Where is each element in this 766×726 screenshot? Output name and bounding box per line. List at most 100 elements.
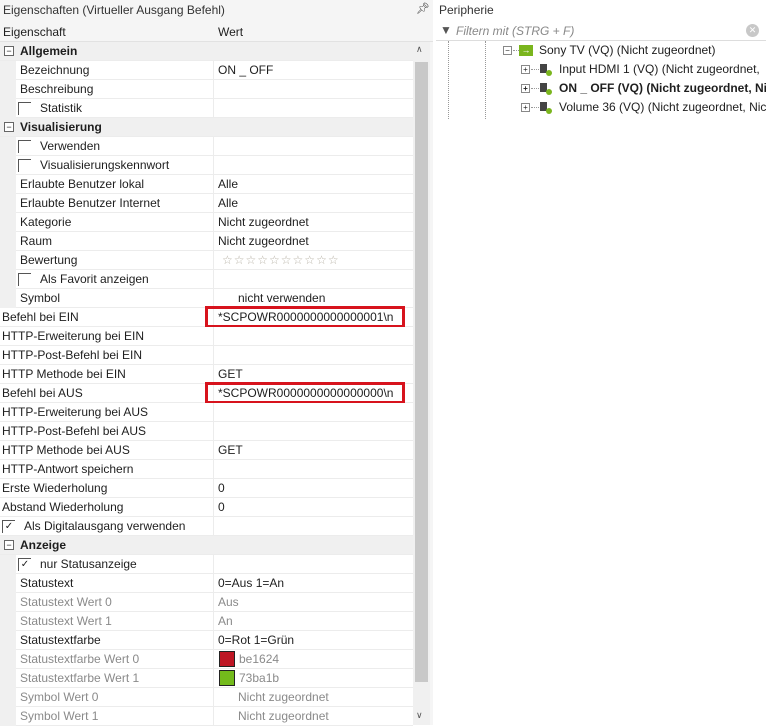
- property-row[interactable]: Als Favorit anzeigen: [0, 270, 413, 289]
- property-value[interactable]: [213, 403, 413, 422]
- property-row[interactable]: Symbol Wert 0 Nicht zugeordnet: [0, 688, 413, 707]
- property-row[interactable]: Kategorie Nicht zugeordnet: [0, 213, 413, 232]
- pin-icon[interactable]: 📌︎: [416, 2, 430, 15]
- property-row[interactable]: Statustextfarbe Wert 1 73ba1b: [0, 669, 413, 688]
- property-value[interactable]: [213, 99, 413, 118]
- property-value[interactable]: Nicht zugeordnet: [213, 232, 413, 251]
- property-row[interactable]: Erlaubte Benutzer lokal Alle: [0, 175, 413, 194]
- property-value[interactable]: [213, 422, 413, 441]
- property-value[interactable]: 0: [213, 498, 413, 517]
- rating-stars[interactable]: ☆☆☆☆☆☆☆☆☆☆: [218, 253, 340, 267]
- property-value[interactable]: Alle: [213, 194, 413, 213]
- property-value[interactable]: [213, 156, 413, 175]
- property-row[interactable]: Symbol Wert 1 Nicht zugeordnet: [0, 707, 413, 726]
- property-row[interactable]: Befehl bei AUS *SCPOWR0000000000000000\n: [0, 382, 413, 404]
- property-value[interactable]: [213, 460, 413, 479]
- property-row[interactable]: Bewertung ☆☆☆☆☆☆☆☆☆☆: [0, 251, 413, 270]
- row-margin: [0, 99, 16, 118]
- property-value-text: Nicht zugeordnet: [238, 690, 329, 704]
- property-value[interactable]: Nicht zugeordnet: [213, 213, 413, 232]
- property-value[interactable]: An: [213, 612, 413, 631]
- vertical-scrollbar[interactable]: ∧ ∨: [413, 42, 430, 725]
- scroll-down-icon[interactable]: ∨: [416, 710, 423, 721]
- property-value[interactable]: 0=Rot 1=Grün: [213, 631, 413, 650]
- filter-input[interactable]: ▼ Filtern mit (STRG + F) ✕: [436, 21, 766, 41]
- property-label: Statustext: [20, 576, 74, 590]
- checkbox[interactable]: ✓: [18, 558, 31, 571]
- property-value[interactable]: Alle: [213, 175, 413, 194]
- scrollbar-thumb[interactable]: [415, 62, 428, 682]
- category-row[interactable]: − Allgemein: [0, 42, 413, 61]
- property-value[interactable]: GET: [213, 441, 413, 460]
- column-header-property[interactable]: Eigenschaft: [3, 25, 66, 39]
- property-row[interactable]: Bezeichnung ON _ OFF: [0, 61, 413, 80]
- property-value[interactable]: Nicht zugeordnet: [213, 707, 413, 726]
- checkbox[interactable]: [18, 273, 31, 286]
- property-value[interactable]: 0: [213, 479, 413, 498]
- checkbox[interactable]: [18, 140, 31, 153]
- expand-icon[interactable]: +: [521, 103, 530, 112]
- property-row[interactable]: ✓ Als Digitalausgang verwenden: [0, 517, 413, 536]
- property-row[interactable]: Statustext Wert 0 Aus: [0, 593, 413, 612]
- expand-icon[interactable]: +: [521, 65, 530, 74]
- scroll-up-icon[interactable]: ∧: [416, 44, 423, 55]
- property-row[interactable]: Erlaubte Benutzer Internet Alle: [0, 194, 413, 213]
- property-value-text: Aus: [218, 595, 239, 609]
- property-row[interactable]: HTTP Methode bei AUS GET: [0, 441, 413, 460]
- clear-filter-icon[interactable]: ✕: [746, 24, 759, 37]
- property-value[interactable]: Aus: [213, 593, 413, 612]
- property-row[interactable]: Statustext Wert 1 An: [0, 612, 413, 631]
- property-row[interactable]: Statistik: [0, 99, 413, 118]
- property-row[interactable]: HTTP-Post-Befehl bei AUS: [0, 422, 413, 441]
- row-margin: [0, 631, 16, 650]
- property-value[interactable]: ☆☆☆☆☆☆☆☆☆☆: [213, 251, 413, 270]
- property-value[interactable]: 0=Aus 1=An: [213, 574, 413, 593]
- color-swatch[interactable]: [219, 669, 235, 686]
- checkbox[interactable]: [18, 102, 31, 115]
- property-row[interactable]: Raum Nicht zugeordnet: [0, 232, 413, 251]
- property-row[interactable]: Abstand Wiederholung 0: [0, 498, 413, 517]
- property-value[interactable]: [213, 346, 413, 365]
- property-row[interactable]: HTTP-Post-Befehl bei EIN: [0, 346, 413, 365]
- property-row[interactable]: HTTP-Erweiterung bei AUS: [0, 403, 413, 422]
- property-value[interactable]: 73ba1b: [213, 669, 413, 688]
- property-label: Statustextfarbe Wert 0: [20, 652, 140, 666]
- property-row[interactable]: Visualisierungskennwort: [0, 156, 413, 175]
- property-row[interactable]: ✓ nur Statusanzeige: [0, 555, 413, 574]
- property-row[interactable]: Statustextfarbe 0=Rot 1=Grün: [0, 631, 413, 650]
- checkbox[interactable]: [18, 159, 31, 172]
- category-row[interactable]: − Visualisierung: [0, 118, 413, 137]
- property-value[interactable]: be1624: [213, 650, 413, 669]
- property-value[interactable]: [213, 270, 413, 289]
- property-value[interactable]: [213, 327, 413, 346]
- expand-icon[interactable]: +: [521, 84, 530, 93]
- property-row[interactable]: Statustext 0=Aus 1=An: [0, 574, 413, 593]
- property-value[interactable]: [213, 80, 413, 99]
- column-header-value[interactable]: Wert: [218, 25, 243, 39]
- property-row[interactable]: Verwenden: [0, 137, 413, 156]
- category-row[interactable]: − Anzeige: [0, 536, 413, 555]
- property-value-text: Alle: [218, 196, 239, 210]
- property-value[interactable]: [213, 517, 413, 536]
- property-row[interactable]: Beschreibung: [0, 80, 413, 99]
- property-value-text: 0=Rot 1=Grün: [218, 633, 295, 647]
- property-value-text: nicht verwenden: [238, 291, 326, 305]
- property-value[interactable]: ON _ OFF: [213, 61, 413, 80]
- property-value[interactable]: Nicht zugeordnet: [213, 688, 413, 707]
- checkbox[interactable]: ✓: [2, 520, 15, 533]
- property-value[interactable]: [213, 137, 413, 156]
- property-value-text: 0: [218, 500, 225, 514]
- tree-line: [485, 41, 486, 119]
- collapse-icon[interactable]: −: [4, 46, 14, 56]
- property-row[interactable]: Erste Wiederholung 0: [0, 479, 413, 498]
- color-swatch[interactable]: [219, 650, 235, 667]
- property-row[interactable]: HTTP-Erweiterung bei EIN: [0, 327, 413, 346]
- collapse-icon[interactable]: −: [4, 122, 14, 132]
- collapse-icon[interactable]: −: [4, 540, 14, 550]
- property-row[interactable]: Befehl bei EIN *SCPOWR0000000000000001\n: [0, 306, 413, 328]
- property-value[interactable]: [213, 555, 413, 574]
- property-row[interactable]: HTTP-Antwort speichern: [0, 460, 413, 479]
- property-label: Statustextfarbe: [20, 633, 101, 647]
- property-row[interactable]: Statustextfarbe Wert 0 be1624: [0, 650, 413, 669]
- collapse-icon[interactable]: −: [503, 46, 512, 55]
